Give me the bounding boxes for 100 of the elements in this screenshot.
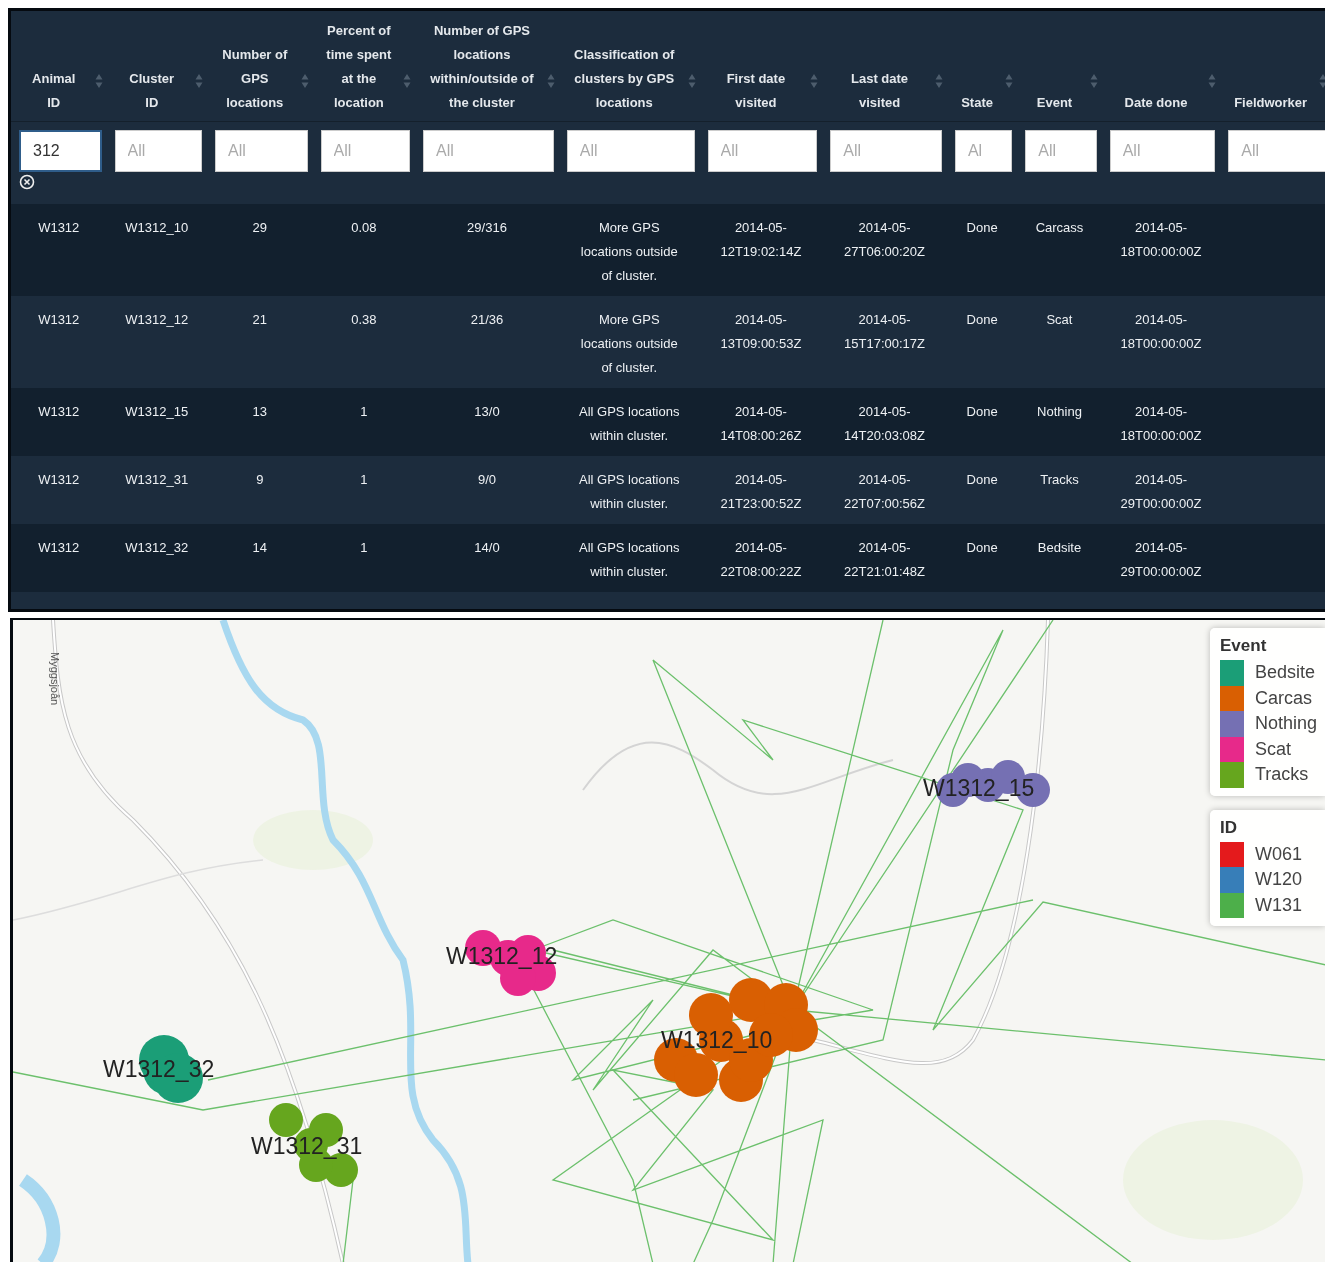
river-label: Myggsjoån xyxy=(49,652,61,706)
table-cell-text: W1312 xyxy=(38,539,80,557)
table-cell-text: 2014-05-27T06:00:20Z xyxy=(843,219,927,261)
column-filter-field[interactable]: All xyxy=(566,130,695,172)
table-cell-text: W1312_15 xyxy=(125,403,189,421)
column-filter-field[interactable]: All xyxy=(114,130,203,172)
table-cell-text: 9 xyxy=(256,471,264,489)
table-cell-text: 1 xyxy=(360,403,368,421)
table-cell-text: W1312 xyxy=(38,403,80,421)
table-cell-text: 0.08 xyxy=(351,219,377,237)
column-header[interactable]: Classification of clusters by GPS locations xyxy=(558,11,700,122)
table-cell-text: W1312 xyxy=(38,471,80,489)
legend-title: ID xyxy=(1220,817,1238,838)
table-cell-text: 9/0 xyxy=(477,471,496,489)
column-filter-field[interactable]: All xyxy=(1109,130,1216,172)
cluster-area[interactable] xyxy=(654,978,818,1102)
table-cell-text: 2014-05-22T08:00:22Z xyxy=(719,539,803,581)
column-header[interactable]: Percent of time spent at the location xyxy=(312,11,416,122)
legend-label: Scat xyxy=(1255,738,1292,760)
sort-icon[interactable] xyxy=(810,73,819,89)
table-cell-text: 14/0 xyxy=(474,539,500,557)
column-header[interactable]: State xyxy=(946,11,1018,122)
sort-icon[interactable] xyxy=(1319,73,1325,89)
table-cell-text: 1 xyxy=(360,539,368,557)
column-filter-field[interactable]: 312 xyxy=(19,130,102,172)
table-cell-text: W1312 xyxy=(38,219,80,237)
column-header[interactable]: Cluster ID xyxy=(106,11,208,122)
table-cell-text: Done xyxy=(966,539,998,557)
column-header[interactable]: Last date visited xyxy=(822,11,947,122)
table-cell-text: Carcass xyxy=(1035,219,1084,237)
column-filter-field[interactable]: All xyxy=(1228,130,1325,172)
column-filter-field[interactable]: All xyxy=(1025,130,1097,172)
table-cell-text: 21 xyxy=(252,311,268,329)
table-cell-text: Tracks xyxy=(1040,471,1079,489)
table-cell-text: Done xyxy=(966,311,998,329)
table-cell-text: Bedsite xyxy=(1037,539,1082,557)
table-cell-text: W1312_32 xyxy=(125,539,189,557)
column-header[interactable]: Date done xyxy=(1101,11,1221,122)
sort-icon[interactable] xyxy=(1208,73,1217,89)
sort-icon[interactable] xyxy=(1089,73,1098,89)
column-filter-field[interactable]: Al xyxy=(954,130,1013,172)
column-filter-field[interactable]: All xyxy=(830,130,942,172)
table-cell-text: 2014-05-22T21:01:48Z xyxy=(843,539,927,581)
sort-icon[interactable] xyxy=(934,73,943,89)
column-filter-field[interactable]: All xyxy=(215,130,308,172)
legend-label: W131 xyxy=(1255,894,1303,916)
legend-label: Tracks xyxy=(1255,764,1309,786)
column-header[interactable]: Fieldworker xyxy=(1220,11,1325,122)
table-cell-text: Done xyxy=(966,219,998,237)
table-cell-text: 2014-05-22T07:00:56Z xyxy=(843,471,927,513)
table-cell-text: Scat xyxy=(1046,311,1073,329)
table-cell-text: Done xyxy=(966,403,998,421)
table-cell-text: More GPS locations outside of cluster. xyxy=(579,219,679,285)
legend-label: W061 xyxy=(1255,843,1303,865)
table-cell-text: Done xyxy=(966,471,998,489)
clear-icon[interactable] xyxy=(19,174,35,190)
table-cell-text: 2014-05-14T08:00:26Z xyxy=(719,403,803,445)
table-cell-text: 0.38 xyxy=(351,311,377,329)
table-cell-text: 1 xyxy=(360,471,368,489)
table-cell-text: 2014-05-18T00:00:00Z xyxy=(1119,219,1203,261)
table-cell-text: All GPS locations within cluster. xyxy=(578,471,681,513)
sort-icon[interactable] xyxy=(403,73,412,89)
column-filter-field[interactable]: All xyxy=(320,130,411,172)
table-cell-text: 2014-05-13T09:00:53Z xyxy=(719,311,803,353)
column-filter-field[interactable]: All xyxy=(423,130,554,172)
table-cell-text: 2014-05-12T19:02:14Z xyxy=(719,219,803,261)
table-cell-text: W1312 xyxy=(38,311,80,329)
table-cell-text: 13 xyxy=(252,403,268,421)
table-cell-text: All GPS locations within cluster. xyxy=(578,403,681,445)
table-cell-text: 2014-05-29T00:00:00Z xyxy=(1119,471,1203,513)
table-cell-text: W1312_10 xyxy=(125,219,189,237)
table-cell-text: 21/36 xyxy=(470,311,504,329)
sort-icon[interactable] xyxy=(687,73,696,89)
sort-icon[interactable] xyxy=(1005,73,1014,89)
sort-icon[interactable] xyxy=(94,73,103,89)
table-cell-text: 29 xyxy=(252,219,268,237)
sort-icon[interactable] xyxy=(546,73,555,89)
column-header[interactable]: Event xyxy=(1017,11,1102,122)
table-cell-text: Nothing xyxy=(1037,403,1082,421)
sort-icon[interactable] xyxy=(300,73,309,89)
column-header[interactable]: Animal ID xyxy=(11,11,107,122)
column-header[interactable]: First date visited xyxy=(699,11,823,122)
table-cell-text: 2014-05-29T00:00:00Z xyxy=(1119,539,1203,581)
table-cell-text: 2014-05-14T20:03:08Z xyxy=(843,403,927,445)
column-filter-field[interactable]: All xyxy=(707,130,818,172)
legend-title: Event xyxy=(1220,636,1268,656)
table-cell-text: 29/316 xyxy=(467,219,507,237)
legend-label: W120 xyxy=(1255,869,1303,891)
sort-icon[interactable] xyxy=(195,73,204,89)
table-cell-text: 2014-05-18T00:00:00Z xyxy=(1119,311,1203,353)
column-header[interactable]: Number of GPS locations within/outside of the cluster xyxy=(415,11,559,122)
table-cell-text: W1312_12 xyxy=(125,311,189,329)
legend-label: Carcas xyxy=(1255,687,1312,709)
column-header[interactable]: Number of GPS locations xyxy=(207,11,313,122)
legend-label: Nothing xyxy=(1255,713,1318,735)
table-cell-text: 2014-05-18T00:00:00Z xyxy=(1119,403,1203,445)
table-cell-text: 14 xyxy=(252,539,268,557)
table-cell-text: 2014-05-15T17:00:17Z xyxy=(843,311,927,353)
table-cell-text: All GPS locations within cluster. xyxy=(578,539,681,581)
table-cell-text: More GPS locations outside of cluster. xyxy=(579,311,679,377)
